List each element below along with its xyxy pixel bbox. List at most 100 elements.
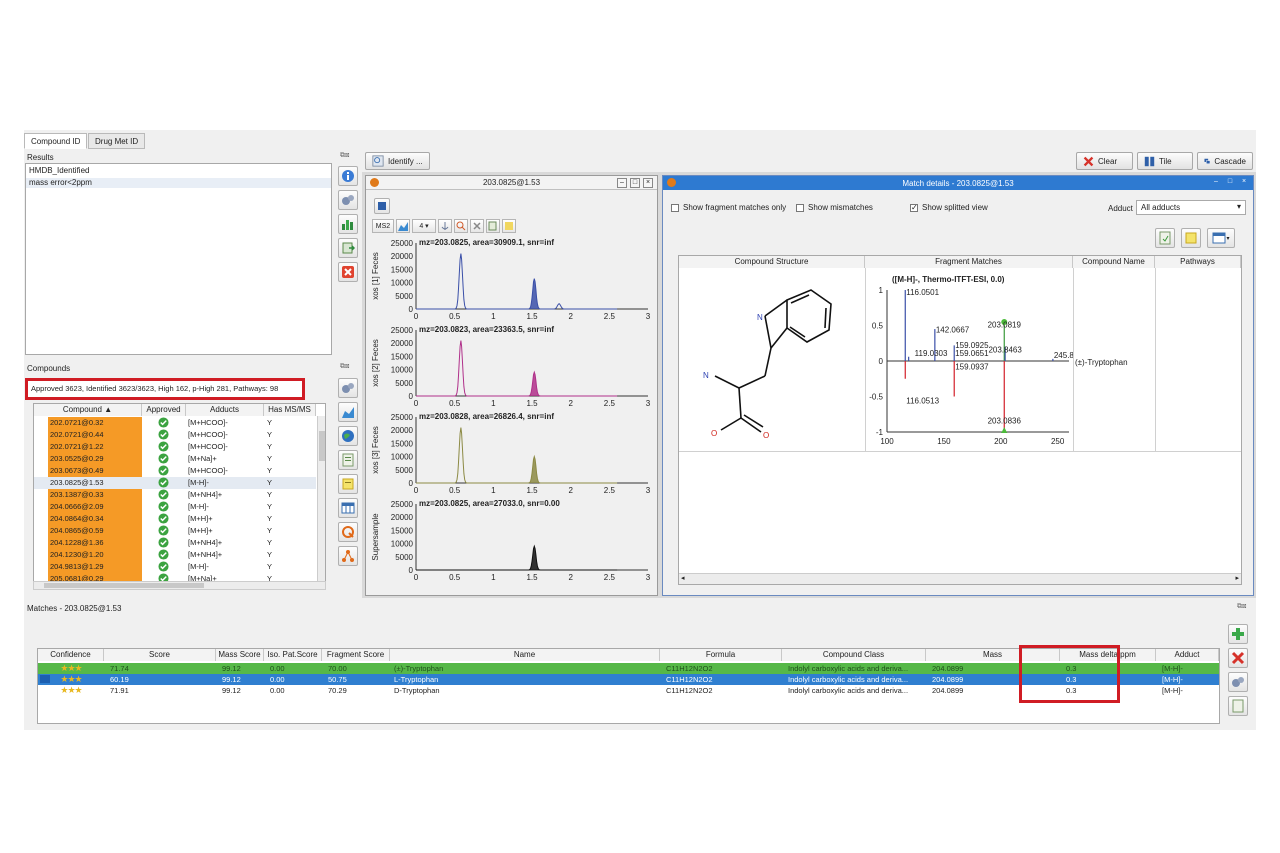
- table-row[interactable]: 203.0825@1.53 [M-H]- Y: [34, 477, 316, 489]
- column-header-adducts[interactable]: Adducts: [186, 404, 264, 416]
- settings-button[interactable]: [1228, 672, 1248, 692]
- compounds-table[interactable]: Compound ▲ Approved Adducts Has MS/MS 20…: [33, 403, 326, 589]
- minimize-icon[interactable]: –: [1211, 178, 1221, 188]
- dock-controls-icon[interactable]: ⧉⊠: [340, 152, 349, 160]
- plot-button[interactable]: [338, 402, 358, 422]
- minimize-icon[interactable]: –: [617, 178, 627, 188]
- show-splitted-view-checkbox[interactable]: ✓ Show splitted view: [910, 203, 988, 212]
- column-header-confidence[interactable]: Confidence: [38, 649, 104, 661]
- scroll-right-icon[interactable]: ▸: [1235, 574, 1239, 582]
- scroll-left-icon[interactable]: ◂: [681, 574, 685, 582]
- column-header-has-msms[interactable]: Has MS/MS: [264, 404, 316, 416]
- table-row[interactable]: 204.1228@1.36 [M+NH4]+ Y: [34, 537, 316, 549]
- approved-check-icon[interactable]: [158, 489, 170, 501]
- remove-button[interactable]: [1228, 648, 1248, 668]
- chromatogram-plots[interactable]: 25000200001500010000500000 0.5 1 1.5 2 2.5 3xo…: [366, 238, 657, 595]
- globe-button[interactable]: [338, 426, 358, 446]
- zoom-icon[interactable]: [454, 219, 468, 233]
- table-row[interactable]: 204.9813@1.29 [M-H]- Y: [34, 561, 316, 573]
- close-icon[interactable]: ×: [643, 178, 653, 188]
- info-button[interactable]: [338, 166, 358, 186]
- column-header-fragment-score[interactable]: Fragment Score: [322, 649, 390, 661]
- list-item[interactable]: mass error<2ppm: [26, 178, 331, 188]
- match-details-table[interactable]: Compound Structure Fragment Matches Comp…: [678, 255, 1242, 585]
- column-header-approved[interactable]: Approved: [142, 404, 186, 416]
- table-row[interactable]: 202.0721@0.32 [M+HCOO]- Y: [34, 417, 316, 429]
- adduct-select[interactable]: All adducts ▾: [1136, 200, 1246, 215]
- results-list[interactable]: HMDB_Identified mass error<2ppm: [25, 163, 332, 355]
- table-row[interactable]: 204.0865@0.59 [M+H]+ Y: [34, 525, 316, 537]
- table-row[interactable]: N N O O ([M-H]-, Thermo-ITFT-ESI, 0.0) 1 0…: [679, 268, 1241, 452]
- approved-check-icon[interactable]: [158, 501, 170, 513]
- chart-button[interactable]: [338, 214, 358, 234]
- show-mismatches-checkbox[interactable]: Show mismatches: [796, 203, 873, 212]
- table-row[interactable]: 204.0864@0.34 [M+H]+ Y: [34, 513, 316, 525]
- column-header-fragments[interactable]: Fragment Matches: [865, 256, 1073, 268]
- column-header-adduct[interactable]: Adduct: [1156, 649, 1219, 661]
- columns-button[interactable]: ▾: [1207, 228, 1235, 248]
- column-header-score[interactable]: Score: [104, 649, 216, 661]
- tile-button[interactable]: Tile: [1137, 152, 1193, 170]
- column-header-pathways[interactable]: Pathways: [1155, 256, 1241, 268]
- approved-check-icon[interactable]: [158, 417, 170, 429]
- network-button[interactable]: [338, 546, 358, 566]
- column-header-compound[interactable]: Compound ▲: [34, 404, 142, 416]
- settings-button[interactable]: [338, 378, 358, 398]
- close-traces-icon[interactable]: [470, 219, 484, 233]
- table-row[interactable]: 204.1230@1.20 [M+NH4]+ Y: [34, 549, 316, 561]
- column-header-iso-pat-score[interactable]: Iso. Pat.Score: [264, 649, 322, 661]
- column-header-name[interactable]: Name: [390, 649, 660, 661]
- approved-check-icon[interactable]: [158, 513, 170, 525]
- window-titlebar[interactable]: 203.0825@1.53 – □ ×: [366, 176, 657, 190]
- horizontal-scrollbar[interactable]: ◂ ▸: [679, 573, 1241, 584]
- approved-check-icon[interactable]: [158, 525, 170, 537]
- approved-check-icon[interactable]: [158, 453, 170, 465]
- scrollbar-thumb[interactable]: [44, 583, 204, 588]
- table-row[interactable]: 202.0721@1.22 [M+HCOO]- Y: [34, 441, 316, 453]
- maximize-icon[interactable]: □: [630, 178, 640, 188]
- scrollbar-thumb[interactable]: [319, 431, 325, 461]
- column-header-structure[interactable]: Compound Structure: [679, 256, 865, 268]
- column-header-compound-name[interactable]: Compound Name: [1073, 256, 1155, 268]
- dock-controls-icon[interactable]: ⧉⊠: [1237, 603, 1246, 611]
- export-icon[interactable]: [486, 219, 500, 233]
- column-header-compound-class[interactable]: Compound Class: [782, 649, 926, 661]
- chart-icon[interactable]: [396, 219, 410, 233]
- table-row[interactable]: 203.0673@0.49 [M+HCOO]- Y: [34, 465, 316, 477]
- approved-check-icon[interactable]: [158, 429, 170, 441]
- ms2-toggle[interactable]: MS2: [372, 219, 394, 233]
- document-button[interactable]: [338, 450, 358, 470]
- table-row[interactable]: 202.0721@0.44 [M+HCOO]- Y: [34, 429, 316, 441]
- column-header-mass-score[interactable]: Mass Score: [216, 649, 264, 661]
- approved-check-icon[interactable]: [158, 465, 170, 477]
- horizontal-scrollbar[interactable]: [33, 581, 326, 590]
- table-row[interactable]: 203.1387@0.33 [M+NH4]+ Y: [34, 489, 316, 501]
- approved-check-icon[interactable]: [158, 537, 170, 549]
- notes-button[interactable]: [1181, 228, 1201, 248]
- list-item[interactable]: HMDB_Identified: [26, 164, 331, 178]
- column-header-formula[interactable]: Formula: [660, 649, 782, 661]
- clear-button[interactable]: Clear: [1076, 152, 1133, 170]
- approved-check-icon[interactable]: [158, 477, 170, 489]
- maximize-icon[interactable]: □: [1225, 178, 1235, 188]
- approved-check-icon[interactable]: [158, 549, 170, 561]
- delete-button[interactable]: [338, 262, 358, 282]
- anchor-icon[interactable]: [438, 219, 452, 233]
- pin-button[interactable]: [374, 198, 390, 214]
- search-button[interactable]: [338, 522, 358, 542]
- trace-count-select[interactable]: 4 ▾: [412, 219, 436, 233]
- vertical-scrollbar[interactable]: [317, 416, 325, 588]
- document-button[interactable]: [1228, 696, 1248, 716]
- tab-compound-id[interactable]: Compound ID: [24, 133, 88, 149]
- settings-button[interactable]: [338, 190, 358, 210]
- fragment-matches-chart[interactable]: ([M-H]-, Thermo-ITFT-ESI, 0.0) 1 0.5 0 -0.5 -…: [865, 268, 1073, 452]
- close-icon[interactable]: ×: [1239, 178, 1249, 188]
- notes-button[interactable]: [338, 474, 358, 494]
- table-row[interactable]: 203.0525@0.29 [M+Na]+ Y: [34, 453, 316, 465]
- export-button[interactable]: [338, 238, 358, 258]
- dock-controls-icon[interactable]: ⧉⊠: [340, 363, 349, 371]
- identify-button[interactable]: Identify ...: [365, 152, 430, 170]
- cascade-button[interactable]: Cascade: [1197, 152, 1253, 170]
- show-fragment-matches-checkbox[interactable]: Show fragment matches only: [671, 203, 786, 212]
- table-button[interactable]: [338, 498, 358, 518]
